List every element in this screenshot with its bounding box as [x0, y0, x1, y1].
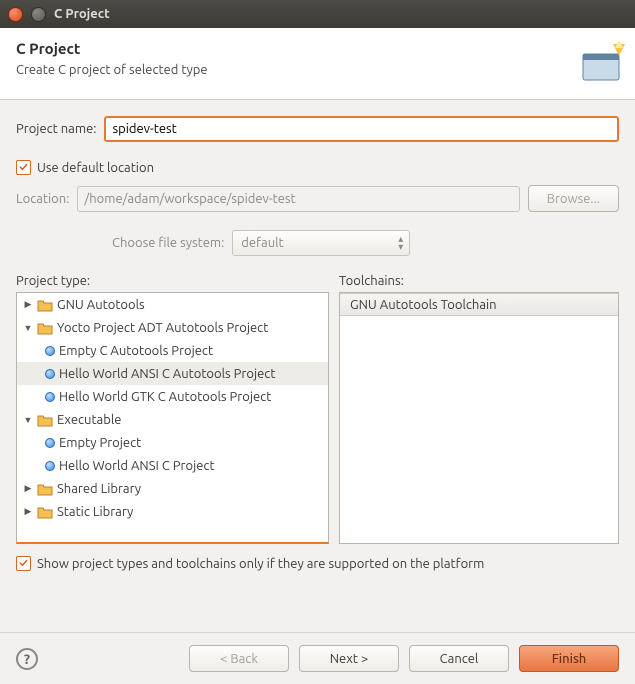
folder-icon [37, 505, 53, 519]
use-default-location-row: Use default location [16, 160, 619, 175]
cancel-button[interactable]: Cancel [409, 645, 509, 672]
tree-item-label: Hello World ANSI C Project [59, 459, 215, 473]
chevron-updown-icon: ▴▾ [398, 235, 403, 251]
tree-folder[interactable]: ▼ Yocto Project ADT Autotools Project [17, 316, 328, 339]
window-title: C Project [54, 7, 110, 21]
chevron-right-icon[interactable]: ▶ [23, 299, 33, 310]
filesystem-select: default ▴▾ [232, 230, 410, 256]
template-item-icon [45, 438, 55, 448]
supported-only-row: Show project types and toolchains only i… [16, 556, 619, 571]
use-default-location-label: Use default location [37, 161, 154, 175]
tree-folder[interactable]: ▶ GNU Autotools [17, 293, 328, 316]
location-row: Location: Browse... [16, 185, 619, 212]
browse-button: Browse... [528, 185, 619, 212]
lists-area: Project type: ▶ GNU Autotools ▼ Yocto Proje… [16, 274, 619, 544]
template-item-icon [45, 369, 55, 379]
tree-folder[interactable]: ▶ Static Library [17, 500, 328, 523]
supported-only-checkbox[interactable] [16, 556, 31, 571]
toolchain-item[interactable]: GNU Autotools Toolchain [340, 293, 618, 316]
template-item-icon [45, 461, 55, 471]
chevron-right-icon[interactable]: ▶ [23, 483, 33, 494]
toolchain-label: GNU Autotools Toolchain [350, 298, 497, 312]
tree-item-label: Hello World GTK C Autotools Project [59, 390, 271, 404]
tree-item-label: Yocto Project ADT Autotools Project [57, 321, 268, 335]
template-item-icon [45, 392, 55, 402]
use-default-location-checkbox[interactable] [16, 160, 31, 175]
project-name-label: Project name: [16, 122, 96, 136]
titlebar: C Project [0, 0, 635, 28]
tree-item-label: Empty Project [59, 436, 141, 450]
window-close-button[interactable] [8, 7, 23, 22]
project-type-label: Project type: [16, 274, 329, 288]
project-name-input[interactable] [104, 116, 619, 142]
toolchains-column: Toolchains: GNU Autotools Toolchain [339, 274, 619, 544]
wizard-banner: C Project Create C project of selected t… [0, 28, 635, 100]
tree-item[interactable]: Hello World GTK C Autotools Project [17, 385, 328, 408]
chevron-right-icon[interactable]: ▶ [23, 506, 33, 517]
tree-item-label: Hello World ANSI C Autotools Project [59, 367, 275, 381]
project-type-tree[interactable]: ▶ GNU Autotools ▼ Yocto Project ADT Autotoo… [16, 292, 329, 544]
tree-folder[interactable]: ▼ Executable [17, 408, 328, 431]
tree-item[interactable]: Empty Project [17, 431, 328, 454]
tree-item-label: Shared Library [57, 482, 141, 496]
page-title: C Project [16, 40, 619, 57]
tree-item-label: GNU Autotools [57, 298, 145, 312]
back-button: < Back [189, 645, 289, 672]
folder-icon [37, 482, 53, 496]
chevron-down-icon[interactable]: ▼ [23, 323, 33, 333]
tree-item-label: Executable [57, 413, 121, 427]
location-input [77, 186, 519, 212]
next-button[interactable]: Next > [299, 645, 399, 672]
filesystem-label: Choose file system: [112, 236, 224, 250]
tree-item-label: Empty C Autotools Project [59, 344, 213, 358]
tree-folder[interactable]: ▶ Shared Library [17, 477, 328, 500]
tree-item[interactable]: Hello World ANSI C Project [17, 454, 328, 477]
chevron-down-icon[interactable]: ▼ [23, 415, 33, 425]
window-minimize-button[interactable] [31, 7, 46, 22]
supported-only-label: Show project types and toolchains only i… [37, 557, 484, 571]
tree-item-label: Static Library [57, 505, 133, 519]
template-item-icon [45, 346, 55, 356]
wizard-button-bar: ? < Back Next > Cancel Finish [0, 632, 635, 684]
wizard-content: Project name: Use default location Locat… [0, 100, 635, 571]
folder-icon [37, 321, 53, 335]
tree-item[interactable]: Hello World ANSI C Autotools Project [17, 362, 328, 385]
filesystem-row: Choose file system: default ▴▾ [112, 230, 619, 256]
toolchains-label: Toolchains: [339, 274, 619, 288]
project-name-row: Project name: [16, 116, 619, 142]
filesystem-value: default [241, 236, 283, 250]
help-button[interactable]: ? [16, 648, 38, 670]
toolchains-list[interactable]: GNU Autotools Toolchain [339, 292, 619, 544]
folder-icon [37, 413, 53, 427]
project-type-column: Project type: ▶ GNU Autotools ▼ Yocto Proje… [16, 274, 329, 544]
location-label: Location: [16, 192, 69, 206]
finish-button[interactable]: Finish [519, 645, 619, 672]
tree-item[interactable]: Empty C Autotools Project [17, 339, 328, 362]
page-subtitle: Create C project of selected type [16, 63, 619, 77]
new-c-project-icon [579, 40, 627, 88]
folder-icon [37, 298, 53, 312]
